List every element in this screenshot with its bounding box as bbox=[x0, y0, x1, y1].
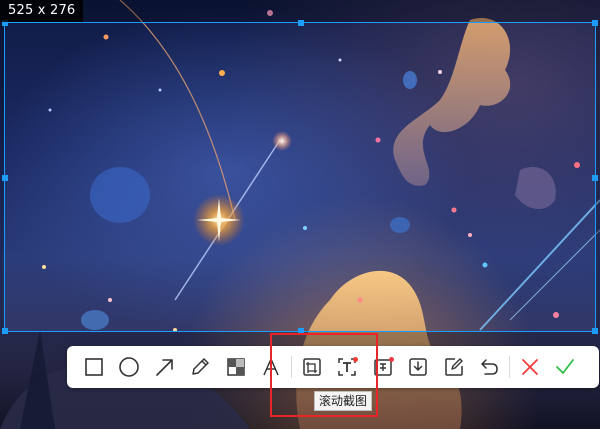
save-tool-button[interactable] bbox=[401, 346, 437, 388]
screenshot-capture-overlay: 525 x 276 滚动截图 bbox=[0, 0, 600, 429]
circle-outline-icon bbox=[119, 357, 140, 377]
pencil-tool-button[interactable] bbox=[183, 346, 219, 388]
selection-size-label: 525 x 276 bbox=[0, 0, 84, 22]
edit-icon bbox=[445, 358, 463, 376]
close-icon bbox=[521, 359, 538, 375]
resize-handle-top-right[interactable] bbox=[592, 20, 598, 26]
new-feature-badge bbox=[353, 357, 358, 362]
pin-tool-button[interactable] bbox=[365, 346, 401, 388]
scroll-capture-tool-button[interactable] bbox=[294, 346, 330, 388]
ocr-text-tool-button[interactable] bbox=[330, 346, 366, 388]
annotation-toolbar bbox=[67, 346, 599, 388]
text-tool-button[interactable] bbox=[254, 346, 290, 388]
square-outline-icon bbox=[84, 358, 103, 376]
arrow-up-right-icon bbox=[155, 359, 173, 376]
resize-handle-left[interactable] bbox=[2, 175, 8, 181]
ellipse-tool-button[interactable] bbox=[112, 346, 148, 388]
dimmed-region-top bbox=[0, 0, 600, 22]
confirm-tool-button[interactable] bbox=[548, 346, 584, 388]
letter-a-icon bbox=[263, 358, 279, 376]
edit-tool-button[interactable] bbox=[436, 346, 472, 388]
new-feature-badge bbox=[388, 357, 394, 362]
mosaic-icon bbox=[227, 358, 245, 376]
toolbar-divider bbox=[509, 356, 510, 378]
cancel-tool-button[interactable] bbox=[512, 346, 548, 388]
undo-icon bbox=[481, 359, 498, 375]
pencil-icon bbox=[192, 358, 209, 375]
undo-tool-button[interactable] bbox=[472, 346, 508, 388]
resize-handle-top[interactable] bbox=[298, 20, 304, 26]
resize-handle-bottom[interactable] bbox=[298, 328, 304, 334]
arrow-tool-button[interactable] bbox=[147, 346, 183, 388]
download-icon bbox=[409, 358, 427, 376]
resize-handle-right[interactable] bbox=[592, 175, 598, 181]
check-icon bbox=[556, 359, 575, 374]
selection-frame[interactable] bbox=[2, 20, 598, 334]
rectangle-tool-button[interactable] bbox=[76, 346, 112, 388]
toolbar-divider bbox=[291, 356, 292, 378]
tooltip: 滚动截图 bbox=[314, 391, 373, 411]
scroll-capture-icon bbox=[303, 358, 321, 376]
mosaic-tool-button[interactable] bbox=[218, 346, 254, 388]
resize-handle-bottom-left[interactable] bbox=[2, 328, 8, 334]
resize-handle-bottom-right[interactable] bbox=[592, 328, 598, 334]
